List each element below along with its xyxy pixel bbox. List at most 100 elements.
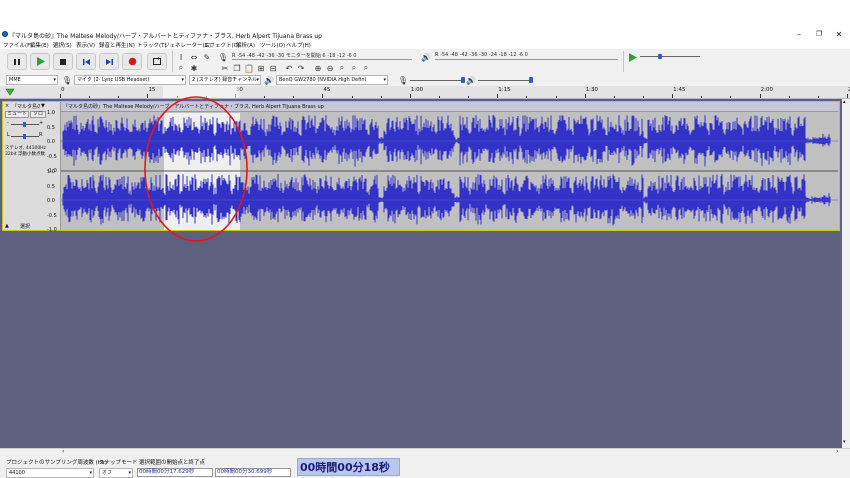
skip-to-end-button[interactable] [99,53,119,70]
selection-start-time[interactable]: 00時間00分17.629秒 [137,468,213,477]
recording-channels-select[interactable]: 2 (ステレオ) 録音チャンネル ▾ [189,75,261,85]
audio-host-select[interactable]: MME ▾ [6,75,58,85]
waveform-area[interactable]: 『マルタ島の砂』The Maltese Melody/ハーブ・アルバートとティフ… [47,102,838,233]
ruler-label: 15 [148,87,156,93]
playback-speed-thumb[interactable] [658,54,662,59]
skip-to-start-button[interactable] [76,53,96,70]
mute-button[interactable]: ミュート [5,111,29,118]
amplitude-scale-label: -0.5 [47,153,57,160]
ruler-minor-tick [89,96,91,98]
snap-mode-label: スナップモード [99,460,138,466]
selection-tool-icon[interactable]: I [176,52,186,62]
cut-icon[interactable]: ✂ [220,63,230,73]
copy-icon[interactable]: ❐ [232,63,242,73]
snap-mode-select[interactable]: オフ ▾ [99,468,133,478]
menu-tools[interactable]: ツール(O) [260,41,285,49]
play-button[interactable] [30,53,50,70]
collapse-track-icon[interactable]: ▲ [5,223,9,229]
undo-icon[interactable]: ↶ [284,63,294,73]
ruler-minor-tick [613,96,615,98]
menu-edit[interactable]: 編集(E) [30,41,49,49]
playback-speed-slider[interactable] [640,56,700,57]
playback-meter-scale[interactable]: R -54 -48 -42 -36 -30 -24 -18 -12 -6 0 [435,52,618,60]
pan-left-label: L [7,132,10,138]
amplitude-scale-label: 1.0 [47,169,55,175]
fit-project-icon[interactable]: ⌕ [349,63,359,73]
zoom-in-icon[interactable]: ⊕ [313,63,323,73]
horizontal-scrollbar[interactable]: ‹ › [0,448,850,455]
solo-button[interactable]: ソロ [30,111,46,118]
scroll-right-icon[interactable]: › [836,448,838,455]
stop-button[interactable] [53,53,73,70]
playback-device-select[interactable]: BenQ GW2780 (NVIDIA High Defini ▾ [276,75,388,85]
ruler-tick [497,94,499,98]
loop-button[interactable] [147,53,167,70]
amplitude-scale-label: 0.5 [47,183,55,190]
empty-track-space[interactable] [0,234,842,448]
scroll-left-icon[interactable]: ‹ [62,448,64,455]
trim-icon[interactable]: ⊞ [256,63,266,73]
record-meter-scale[interactable]: R -54 -48 -42 -36 -30 モニターを開始 6 -18 -12 … [232,52,412,60]
menu-effect[interactable]: エフェクト(C) [204,41,240,49]
track-menu-icon[interactable]: ▼ [41,103,45,109]
zoom-toggle-icon[interactable]: ⌕ [361,63,371,73]
minimize-button[interactable]: – [790,28,808,41]
playback-volume-thumb[interactable] [529,77,533,83]
record-button[interactable] [122,53,142,70]
selection-end-time[interactable]: 00時間00分30.699秒 [215,468,291,477]
audio-position-display[interactable]: 00時間00分18秒 [297,458,400,476]
draw-tool-icon[interactable]: ✎ [202,52,212,62]
ruler-label: 1:30 [585,87,599,93]
menu-select[interactable]: 選択(S) [53,41,72,49]
select-track-button[interactable]: 選択 [20,223,30,230]
amplitude-scale-label: -1.0 [47,227,57,233]
zoom-tool-icon[interactable]: ⌕ [176,63,186,73]
ruler-minor-tick [643,96,644,98]
fit-selection-icon[interactable]: ⌕ [337,63,347,73]
ruler-tick [322,94,324,98]
track-name[interactable]: 『マルタ島の砂』 [12,103,40,110]
pause-icon [14,58,20,65]
menu-tracks[interactable]: トラック(T) [137,41,167,49]
timeline-ruler[interactable]: 01530451:001:151:301:452:002:15 [0,86,850,99]
scroll-up-icon[interactable]: ▴ [843,99,846,105]
menu-transport[interactable]: 録音と再生(N) [99,41,135,49]
recording-volume-slider[interactable] [410,80,465,81]
amplitude-scale-label: 0.0 [47,198,55,204]
snap-mode-value: オフ [102,470,113,476]
paste-icon[interactable]: 📋 [244,63,254,73]
project-rate-select[interactable]: 44100 ▾ [6,468,94,478]
menu-analyze[interactable]: 解析(A) [236,41,255,49]
vertical-scrollbar[interactable]: ▴ ▾ [842,99,850,448]
pan-slider-thumb[interactable] [23,134,26,139]
gain-slider-thumb[interactable] [23,122,26,127]
recording-device-select[interactable]: マイク (2- Lync USB Headset) ▾ [74,75,186,85]
envelope-tool-icon[interactable]: ⇔ [189,52,199,62]
ruler-label: 2:00 [760,87,773,93]
menu-file[interactable]: ファイル(F) [3,41,32,49]
audio-track[interactable]: × 『マルタ島の砂』 ▼ ミュート ソロ - + L R ステレオ, 44100… [2,101,840,233]
maximize-button[interactable]: ❐ [810,28,828,41]
menu-view[interactable]: 表示(V) [76,41,95,49]
silence-icon[interactable]: ⊟ [268,63,278,73]
recording-volume-thumb[interactable] [461,77,465,83]
skip-start-icon [82,58,90,65]
track-close-button[interactable]: × [5,103,9,109]
playback-meter-speaker-icon[interactable]: 🔊 [421,52,431,62]
toolbar-separator [623,51,624,72]
playback-volume-slider[interactable] [478,80,533,81]
ruler-minor-tick [730,96,732,98]
recording-device-value: マイク (2- Lync USB Headset) [77,77,150,83]
timeline-pin-icon[interactable] [5,88,15,96]
pause-button[interactable] [7,53,27,70]
play-at-speed-icon[interactable] [627,52,637,62]
zoom-out-icon[interactable]: ⊖ [325,63,335,73]
record-meter-mic-icon[interactable]: 🎙 [218,52,228,62]
menu-help[interactable]: ヘルプ(H) [286,41,311,49]
close-window-button[interactable]: ✕ [830,28,848,41]
redo-icon[interactable]: ↷ [296,63,306,73]
multi-tool-icon[interactable]: ✱ [189,63,199,73]
scroll-down-icon[interactable]: ▾ [843,439,846,445]
loop-icon [153,57,161,65]
ruler-tick [672,94,674,98]
